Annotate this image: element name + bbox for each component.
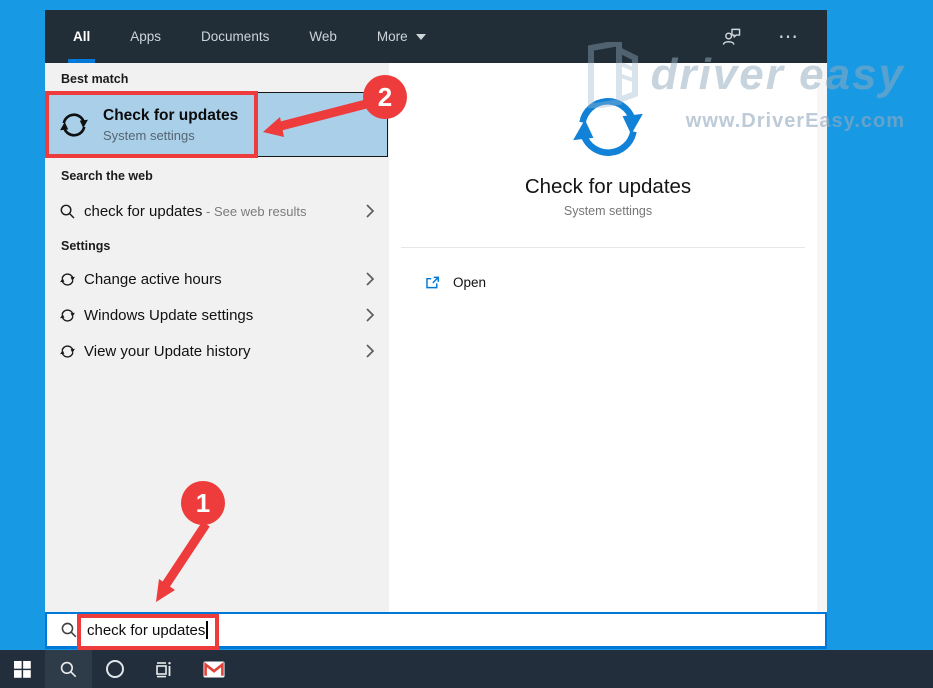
settings-result-label: Windows Update settings xyxy=(84,306,254,324)
cortana-button[interactable] xyxy=(101,650,129,688)
windows-logo-icon xyxy=(14,661,31,678)
task-view-icon xyxy=(153,659,173,679)
sync-icon xyxy=(560,87,656,167)
settings-result-update-history[interactable]: View your Update history xyxy=(45,333,389,369)
tab-more[interactable]: More xyxy=(372,10,431,63)
sync-icon xyxy=(59,343,76,360)
search-flyout: All Apps Documents Web More ⋯ Best match xyxy=(45,10,827,649)
open-action-label: Open xyxy=(453,274,487,290)
search-icon xyxy=(59,660,78,679)
tab-more-label: More xyxy=(376,29,408,44)
section-label-best-match: Best match xyxy=(61,72,129,86)
scrollbar-track[interactable] xyxy=(817,63,827,612)
tab-apps[interactable]: Apps xyxy=(125,10,166,63)
text-cursor xyxy=(206,621,208,639)
best-match-result[interactable]: Check for updates System settings xyxy=(46,92,388,157)
search-icon xyxy=(59,203,76,220)
result-preview-pane: Check for updates System settings Open xyxy=(389,63,827,612)
open-in-new-icon xyxy=(424,274,441,291)
preview-subtitle: System settings xyxy=(563,204,653,218)
preview-title: Check for updates xyxy=(524,175,692,198)
tab-apps-label: Apps xyxy=(130,29,162,44)
best-match-subtitle: System settings xyxy=(103,127,195,143)
task-view-button[interactable] xyxy=(149,650,177,688)
gmail-taskbar-button[interactable] xyxy=(200,650,228,688)
settings-result-label: Change active hours xyxy=(84,270,222,288)
chevron-down-icon xyxy=(415,33,426,40)
search-input[interactable]: check for updates xyxy=(45,612,827,649)
cortana-icon xyxy=(106,660,124,678)
settings-result-windows-update[interactable]: Windows Update settings xyxy=(45,297,389,333)
chevron-right-icon[interactable] xyxy=(365,343,375,359)
settings-result-label: View your Update history xyxy=(84,342,251,360)
web-search-result[interactable]: check for updates - See web results xyxy=(45,193,389,229)
chevron-right-icon[interactable] xyxy=(365,271,375,287)
search-results-list: Best match Check for updates System sett… xyxy=(45,63,389,612)
more-options-icon[interactable]: ⋯ xyxy=(778,27,801,47)
best-match-title: Check for updates xyxy=(103,106,239,124)
tab-web[interactable]: Web xyxy=(304,10,342,63)
feedback-icon[interactable] xyxy=(721,27,742,46)
tab-documents-label: Documents xyxy=(201,29,270,44)
open-action[interactable]: Open xyxy=(389,262,817,302)
search-icon xyxy=(60,621,78,639)
start-button[interactable] xyxy=(0,650,45,688)
sync-icon xyxy=(58,109,90,141)
search-input-value: check for updates xyxy=(87,621,206,639)
web-query: check for updates xyxy=(84,202,203,220)
tab-documents[interactable]: Documents xyxy=(196,10,274,63)
desktop: All Apps Documents Web More ⋯ Best match xyxy=(0,0,933,688)
divider xyxy=(401,247,805,248)
tab-all-label: All xyxy=(73,29,91,44)
web-suffix: - See web results xyxy=(202,203,307,219)
chevron-right-icon[interactable] xyxy=(365,307,375,323)
settings-result-change-active-hours[interactable]: Change active hours xyxy=(45,261,389,297)
gmail-icon xyxy=(203,661,225,678)
section-label-search-web: Search the web xyxy=(61,169,153,183)
tab-web-label: Web xyxy=(309,29,337,44)
filter-tabs: All Apps Documents Web More xyxy=(68,10,431,63)
taskbar-search-button[interactable] xyxy=(45,650,92,688)
sync-icon xyxy=(59,271,76,288)
taskbar xyxy=(0,650,933,688)
tab-all[interactable]: All xyxy=(68,10,96,63)
search-filter-bar: All Apps Documents Web More ⋯ xyxy=(45,10,827,63)
chevron-right-icon[interactable] xyxy=(365,203,375,219)
section-label-settings: Settings xyxy=(61,239,111,253)
sync-icon xyxy=(59,307,76,324)
